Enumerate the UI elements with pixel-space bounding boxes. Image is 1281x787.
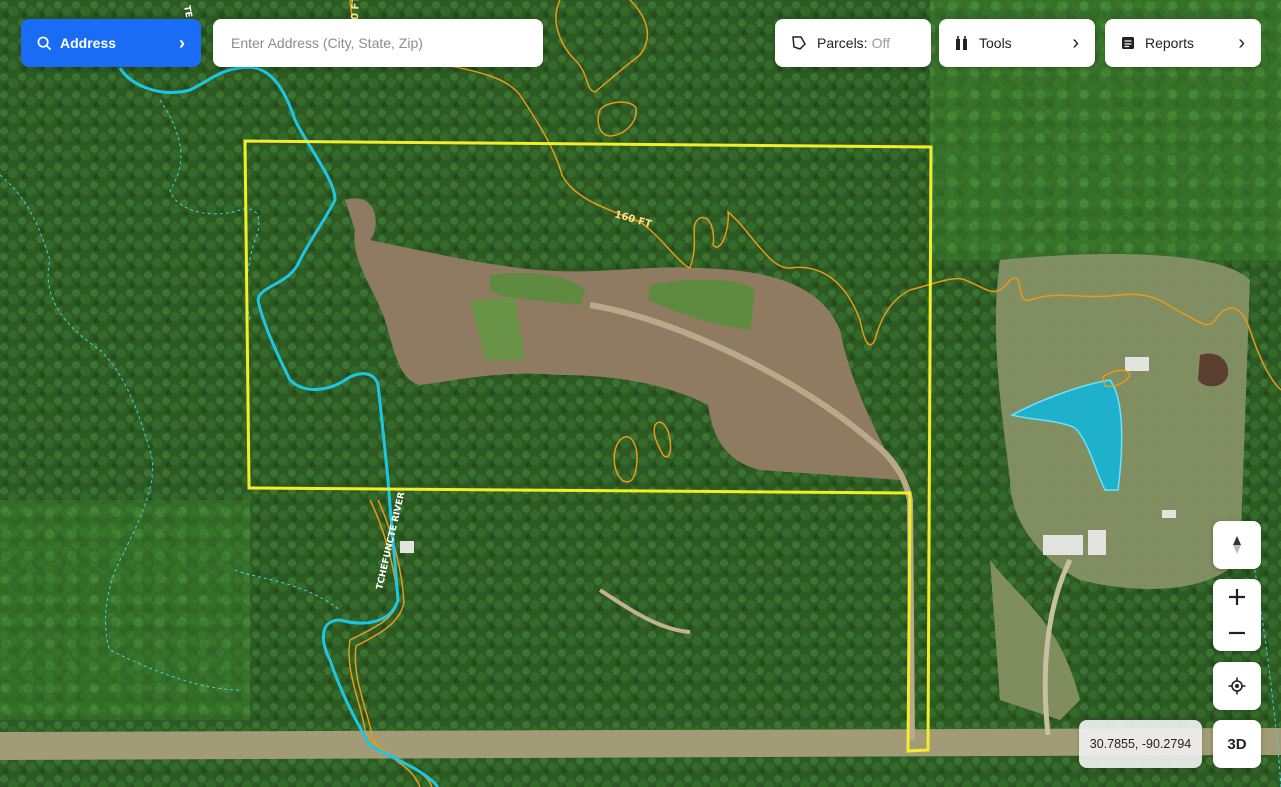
coordinates-readout: 30.7855, -90.2794 xyxy=(1079,720,1202,768)
address-search-field[interactable] xyxy=(213,19,543,67)
locate-icon xyxy=(1228,677,1246,695)
reports-label: Reports xyxy=(1145,35,1195,51)
search-mode-label: Address xyxy=(60,35,117,51)
search-icon xyxy=(37,36,52,50)
chevron-right-icon: › xyxy=(1238,32,1245,54)
chevron-right-icon: › xyxy=(1072,32,1079,54)
forest-light-west xyxy=(0,500,250,720)
contour-label-top: 0 FT xyxy=(350,0,362,20)
report-icon xyxy=(1122,37,1134,49)
plus-icon xyxy=(1229,589,1245,605)
search-mode-button[interactable]: Address › xyxy=(21,19,201,67)
river-label-top: TE xyxy=(181,5,193,19)
tools-button[interactable]: Tools › xyxy=(939,19,1095,67)
satellite-map[interactable]: 160 FT 0 FT TCHEFUNCTE RIVER TE xyxy=(0,0,1281,787)
tools-label: Tools xyxy=(979,35,1012,51)
minus-icon xyxy=(1229,631,1245,635)
3d-toggle-button[interactable]: 3D xyxy=(1213,720,1261,768)
parcel-shape-icon xyxy=(792,36,806,50)
zoom-controls xyxy=(1213,579,1261,651)
address-input[interactable] xyxy=(229,34,527,52)
locate-me-button[interactable] xyxy=(1213,662,1261,710)
chevron-right-icon: › xyxy=(179,33,185,53)
zoom-in-button[interactable] xyxy=(1213,579,1261,615)
reports-button[interactable]: Reports › xyxy=(1105,19,1261,67)
tools-icon xyxy=(956,36,967,50)
field-clearing xyxy=(995,254,1250,589)
parcels-label: Parcels: xyxy=(817,35,868,51)
parcels-state: Off xyxy=(871,35,890,51)
parcels-toggle-button[interactable]: Parcels: Off xyxy=(775,19,931,67)
zoom-out-button[interactable] xyxy=(1213,615,1261,651)
compass-button[interactable] xyxy=(1213,521,1261,569)
compass-icon xyxy=(1233,536,1241,554)
